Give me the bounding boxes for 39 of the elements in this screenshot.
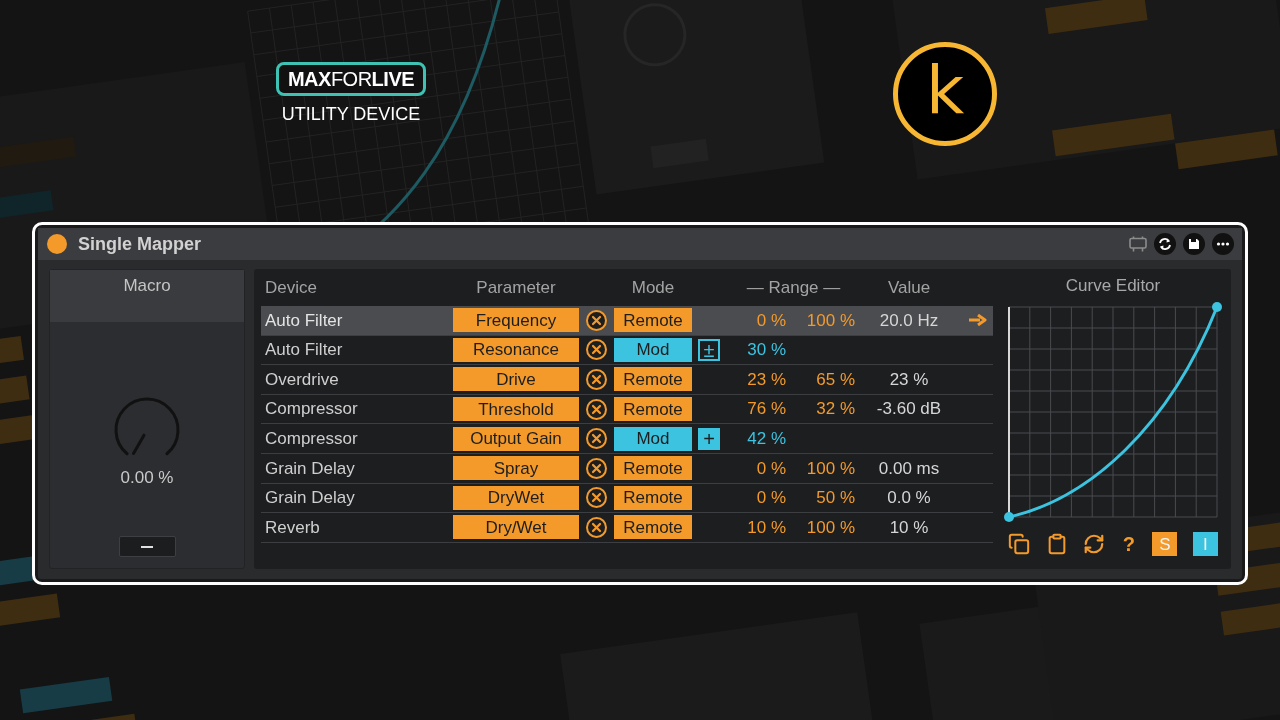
mod-amount: 42 % (747, 427, 786, 450)
column-header: Value (887, 276, 931, 299)
knob-reading: 0.00 % (120, 468, 174, 488)
value-readout: 0.00 ms (878, 457, 940, 480)
device-name: Compressor (265, 428, 358, 448)
curve-editor-title: Curve Editor (1065, 274, 1161, 297)
mod-amount: 30 % (747, 339, 786, 362)
range-max: 100 % (806, 516, 855, 539)
range-min: 0 % (756, 309, 786, 332)
range-min: 0 % (756, 457, 786, 480)
value-readout: 23 % (889, 368, 929, 391)
range-max: 100 % (806, 457, 855, 480)
device-title: Single Mapper (78, 232, 202, 256)
column-header: Device (265, 277, 317, 297)
range-max: 32 % (816, 398, 855, 421)
macro-title: Macro (123, 276, 171, 297)
range-max: 100 % (806, 309, 855, 332)
value-readout: 20.0 Hz (879, 309, 939, 332)
device-name: Overdrive (265, 369, 339, 389)
max-for-live-badge: MAXFORLIVE (276, 62, 426, 96)
range-min: 23 % (747, 368, 786, 391)
logo-caption: UTILITY DEVICE (281, 104, 421, 125)
range-max: 50 % (816, 487, 855, 510)
value-readout: -3.60 dB (876, 398, 942, 421)
range-min: 76 % (747, 398, 786, 421)
value-readout: 10 % (889, 516, 929, 539)
range-max: 65 % (816, 368, 855, 391)
device-name: Grain Delay (265, 488, 355, 508)
column-header: — Range — (746, 276, 841, 299)
device-name: Grain Delay (265, 458, 355, 478)
range-min: 10 % (747, 516, 786, 539)
device-name: Auto Filter (265, 310, 343, 330)
column-header: Mode (631, 276, 675, 299)
column-header: Parameter (476, 276, 556, 299)
device-name: Reverb (265, 517, 320, 537)
device-name: Compressor (265, 399, 358, 419)
range-min: 0 % (756, 487, 786, 510)
device-name: Auto Filter (265, 340, 343, 360)
value-readout: 0.0 % (887, 487, 931, 510)
